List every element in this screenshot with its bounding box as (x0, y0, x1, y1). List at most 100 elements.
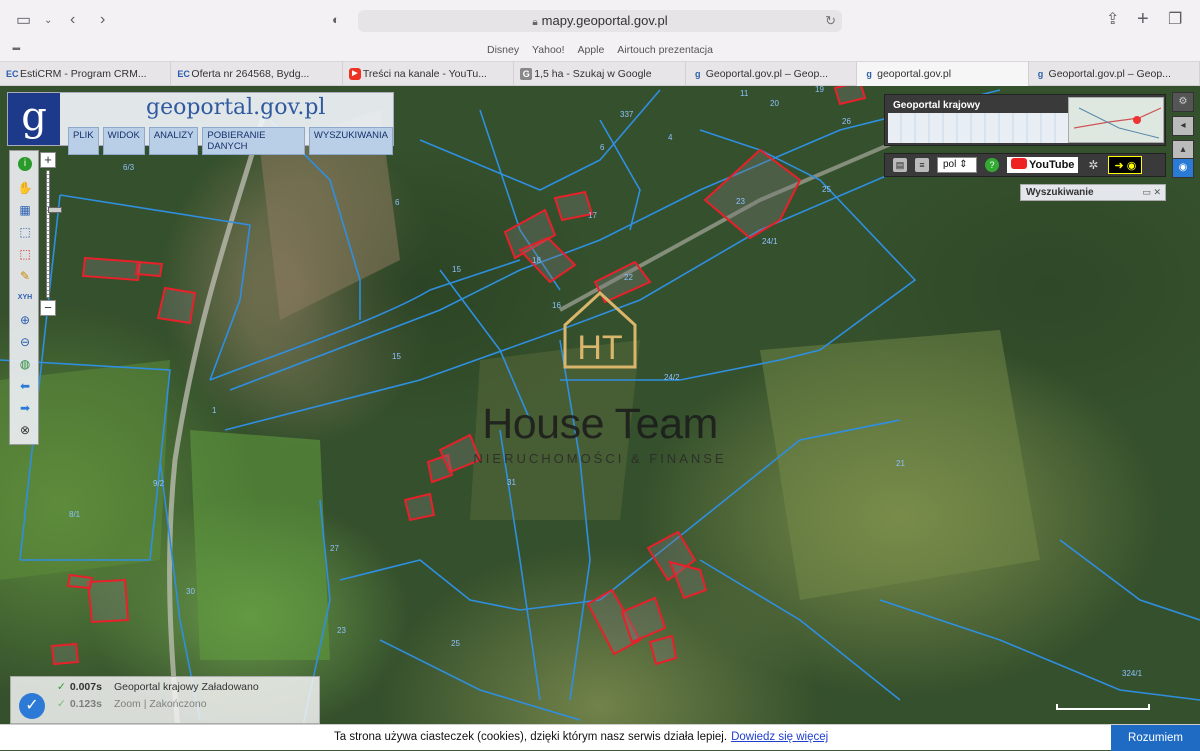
scale-bar (1056, 704, 1150, 710)
high-contrast-eye-icon[interactable]: ➜ ◉ (1108, 156, 1143, 174)
favorite-link[interactable]: Apple (577, 44, 604, 56)
zoom-knob[interactable] (48, 207, 62, 213)
parcel-label: 25 (822, 185, 831, 194)
check-icon: ✓ (57, 681, 66, 693)
parcel-label: 21 (896, 459, 905, 468)
geoportal-logo[interactable]: g (8, 93, 60, 145)
tab-label: Treści na kanale - YouTu... (362, 68, 487, 80)
tab-google[interactable]: G 1,5 ha - Szukaj w Google (514, 62, 686, 86)
info-icon[interactable]: i (18, 157, 32, 171)
check-icon: ✓ (57, 698, 66, 710)
layers-toggle-icon[interactable]: ⚙ (1172, 92, 1194, 112)
log-time: 0.123s (69, 698, 102, 710)
arrow-left-icon[interactable]: ⬅ (16, 377, 34, 395)
new-tab-icon[interactable]: + (1137, 9, 1149, 29)
tab-geoportal-active[interactable]: g geoportal.gov.pl (857, 62, 1029, 86)
parcel-label: 30 (186, 587, 195, 596)
pencil-icon[interactable]: ✎ (16, 267, 34, 285)
watermark-brand: House Team (482, 400, 718, 448)
minimap-graphic (1073, 107, 1162, 139)
loading-status-log: ✓ ✓ 0.007s Geoportal krajowy Załadowano ✓ 0… (10, 676, 320, 724)
favorites-bar: Disney Yahoo! Apple Airtouch prezentacja (0, 44, 1200, 56)
tab-youtube[interactable]: ▶ Treści na kanale - YouTu... (343, 62, 515, 86)
top-icon-bar: ▤ ≡ pol ⇕ ? YouTube ✲ ➜ ◉ (884, 153, 1166, 177)
tab-overview-icon[interactable]: ❐ (1168, 10, 1182, 30)
cookie-banner: Ta strona używa ciasteczek (cookies), dz… (0, 724, 1200, 751)
tab-bar: EC EstiCRM - Program CRM... EC Oferta nr 2… (0, 62, 1200, 86)
fullscreen-icon[interactable]: ▴ (1172, 140, 1194, 160)
forward-icon[interactable]: › (100, 10, 105, 30)
youtube-link[interactable]: YouTube (1007, 157, 1079, 173)
lock-icon: 🔒︎ (532, 17, 538, 28)
parcel-label: 9/2 (153, 479, 165, 488)
shield-icon[interactable]: ◐ (332, 10, 340, 30)
share-icon[interactable]: ⇪ (1106, 10, 1119, 30)
cookie-text: Ta strona używa ciasteczek (cookies), dz… (334, 731, 828, 743)
xyh-icon[interactable]: XYH (16, 289, 34, 307)
parcel-label: 4 (668, 133, 673, 142)
parcel-label: 23 (736, 197, 745, 206)
tab-geoportal-2[interactable]: g Geoportal.gov.pl – Geop... (1029, 62, 1200, 86)
parcel-label: 6 (395, 198, 400, 207)
parcel-label: 24/1 (762, 237, 778, 246)
tab-geoportal-1[interactable]: g Geoportal.gov.pl – Geop... (686, 62, 858, 86)
search-panel[interactable]: Wyszukiwanie ▭ ✕ (1020, 184, 1166, 201)
select-red-icon[interactable]: ⬚ (16, 245, 34, 263)
menu-widok[interactable]: WIDOK (102, 127, 145, 155)
search-panel-title: Wyszukiwanie (1026, 187, 1094, 198)
cookie-accept-button[interactable]: Rozumiem (1111, 725, 1200, 751)
parcel-label: 26 (842, 117, 851, 126)
geoportal-icon: g (1037, 69, 1044, 79)
chevron-down-icon[interactable]: ⌄ (44, 11, 52, 31)
print-icon[interactable]: ▤ (893, 158, 907, 172)
tab-oferta[interactable]: EC Oferta nr 264568, Bydg... (171, 62, 343, 86)
log-row: ✓ 0.007s Geoportal krajowy Załadowano (57, 681, 259, 693)
arrow-right-icon[interactable]: ➡ (16, 399, 34, 417)
ec-icon: EC (6, 69, 19, 79)
zoom-in-icon[interactable]: ⊕ (16, 311, 34, 329)
tab-label: 1,5 ha - Szukaj w Google (534, 68, 652, 80)
geoportal-header: g geoportal.gov.pl PLIK WIDOK ANALIZY PO… (7, 92, 394, 155)
parcel-label: 31 (507, 478, 516, 487)
panel-controls[interactable]: ▭ ✕ (1142, 185, 1161, 200)
favorite-link[interactable]: Airtouch prezentacja (617, 44, 713, 56)
compass-icon[interactable]: ⊗ (16, 421, 34, 439)
language-select[interactable]: pol ⇕ (937, 157, 977, 173)
sidebar-toggle-icon[interactable]: ▭ (16, 11, 31, 31)
zoom-out-icon[interactable]: ⊖ (16, 333, 34, 351)
parcel-label: 23 (337, 626, 346, 635)
address-bar[interactable]: 🔒︎ mapy.geoportal.gov.pl ↻ (358, 10, 842, 32)
cookie-learn-more-link[interactable]: Dowiedz się więcej (731, 731, 828, 743)
checkmark-icon[interactable]: ✓ (19, 693, 45, 719)
zoom-minus-button[interactable]: − (40, 300, 56, 316)
wms-icon[interactable]: ≡ (915, 158, 929, 172)
eye-icon[interactable]: ◉ (1172, 158, 1194, 178)
layers-icon[interactable]: ▦ (16, 201, 34, 219)
pan-hand-icon[interactable]: ✋ (16, 179, 34, 197)
zoom-plus-button[interactable]: + (40, 152, 56, 168)
log-source: Geoportal krajowy (113, 681, 199, 693)
menu-plik[interactable]: PLIK (68, 127, 99, 155)
tab-label: Geoportal.gov.pl – Geop... (705, 68, 829, 80)
tab-esticrm[interactable]: EC EstiCRM - Program CRM... (0, 62, 172, 86)
zoom-track[interactable] (46, 170, 62, 298)
menu-wyszukiwania[interactable]: WYSZUKIWANIA (308, 127, 393, 155)
parcel-label: 22 (624, 273, 633, 282)
parcel-label: 17 (588, 211, 597, 220)
select-box-icon[interactable]: ⬚ (16, 223, 34, 241)
minimize-icon[interactable]: ◂ (1172, 116, 1194, 136)
reload-icon[interactable]: ↻ (825, 10, 836, 32)
overview-minimap[interactable] (1068, 97, 1164, 143)
favorite-link[interactable]: Disney (487, 44, 519, 56)
accessibility-icon[interactable]: ✲ (1086, 158, 1100, 172)
url-text: mapy.geoportal.gov.pl (541, 13, 668, 28)
favorite-link[interactable]: Yahoo! (532, 44, 565, 56)
house-logo-icon: HT (563, 290, 637, 369)
help-icon[interactable]: ? (985, 158, 999, 172)
menu-pobieranie-danych[interactable]: POBIERANIE DANYCH (202, 127, 305, 155)
log-source: Zoom (113, 698, 141, 710)
house-team-watermark: HT House Team NIERUCHOMOŚCI & FINANSE (470, 285, 730, 466)
menu-analizy[interactable]: ANALIZY (148, 127, 199, 155)
globe-icon[interactable]: ◍ (16, 355, 34, 373)
back-icon[interactable]: ‹ (70, 10, 75, 30)
